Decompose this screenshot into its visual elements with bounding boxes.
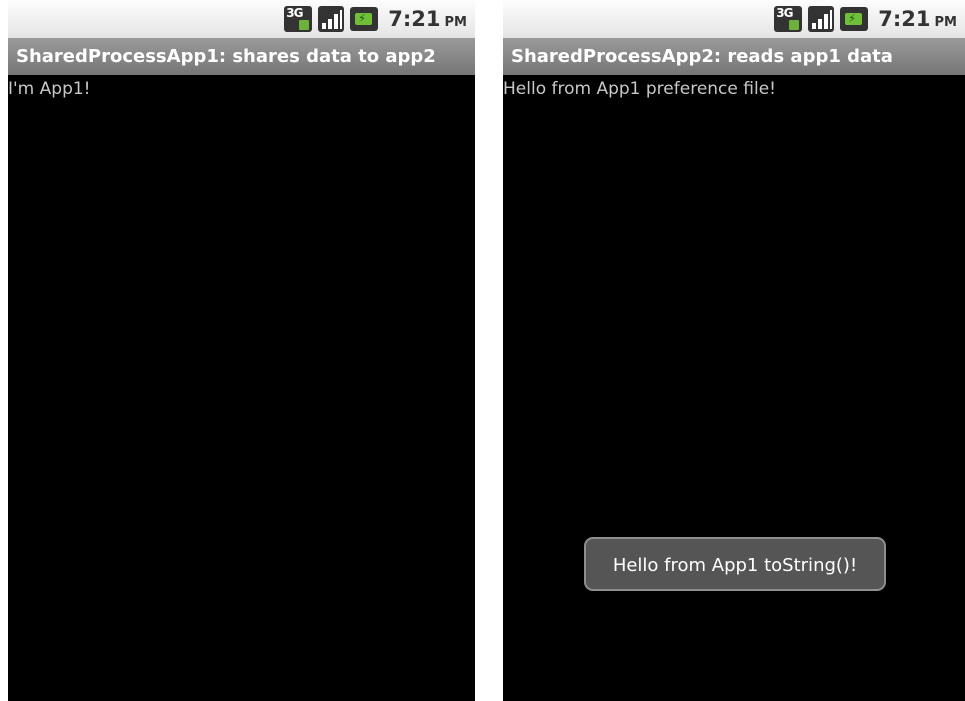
battery-charging-icon: ⚡: [840, 7, 869, 31]
clock-time: 7:21: [878, 7, 931, 31]
network-type-label: 3G: [776, 6, 793, 20]
toast-message: Hello from App1 toString()!: [584, 537, 886, 591]
body-text: Hello from App1 preference file!: [503, 79, 776, 99]
phone-screen-app2: 3G ⚡ 7:21 PM SharedProcessApp2: reads ap…: [503, 0, 965, 701]
data-activity-icon: [789, 20, 800, 30]
app-title-bar: SharedProcessApp2: reads app1 data: [503, 38, 965, 75]
battery-charging-icon: ⚡: [350, 7, 379, 31]
clock-ampm: PM: [934, 15, 957, 30]
data-activity-icon: [299, 20, 310, 30]
app-content: Hello from App1 preference file! Hello f…: [503, 75, 965, 701]
app-title-bar: SharedProcessApp1: shares data to app2: [8, 38, 475, 75]
app-content: I'm App1!: [8, 75, 475, 701]
status-icons: 3G ⚡ 7:21 PM: [284, 5, 467, 33]
signal-strength-icon: [318, 6, 345, 32]
status-clock: 7:21 PM: [878, 7, 957, 31]
phone-screen-app1: 3G ⚡ 7:21 PM SharedProcessApp1: shares d…: [8, 0, 475, 701]
clock-ampm: PM: [444, 15, 467, 30]
status-bar: 3G ⚡ 7:21 PM: [8, 0, 475, 38]
status-bar: 3G ⚡ 7:21 PM: [503, 0, 965, 38]
network-type-label: 3G: [286, 6, 303, 20]
signal-strength-icon: [808, 6, 835, 32]
status-clock: 7:21 PM: [388, 7, 467, 31]
body-text: I'm App1!: [8, 79, 91, 99]
3g-data-icon: 3G: [774, 6, 803, 32]
3g-data-icon: 3G: [284, 6, 313, 32]
clock-time: 7:21: [388, 7, 441, 31]
status-icons: 3G ⚡ 7:21 PM: [774, 5, 957, 33]
